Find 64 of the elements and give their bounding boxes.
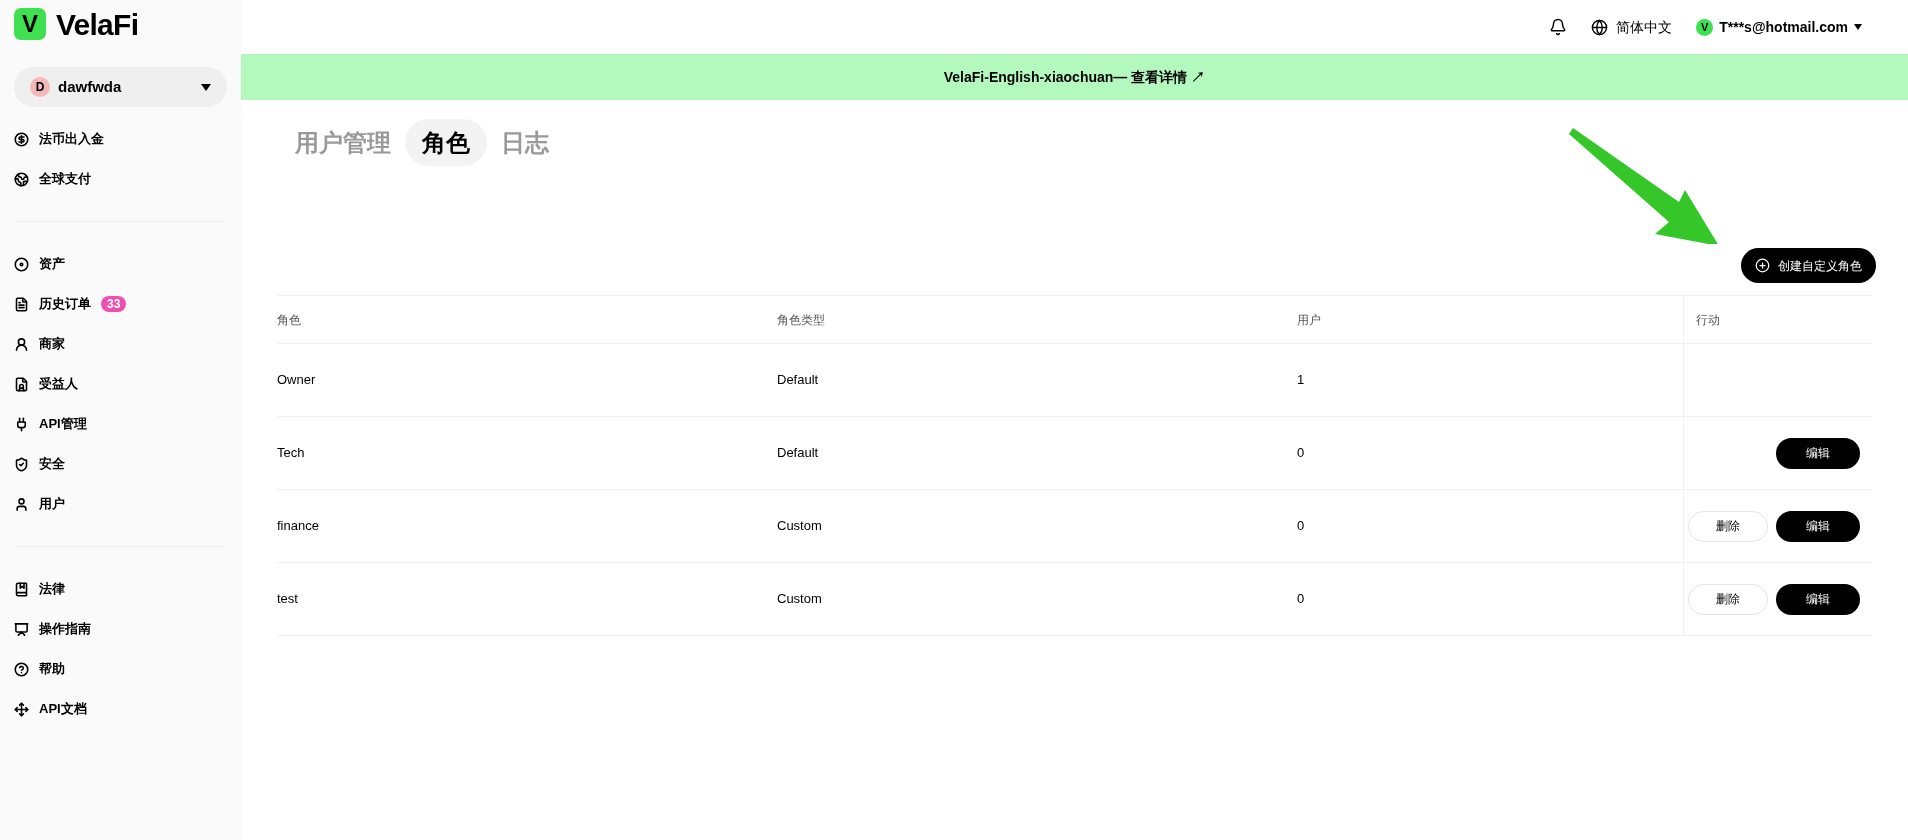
table-cell-text: Owner (277, 371, 317, 390)
table-cell-text: Custom (777, 590, 823, 609)
sidebar-item[interactable]: 法币出入金 (14, 119, 227, 159)
column-header: 行动 (1683, 296, 1872, 343)
sidebar-item[interactable]: 法律 (14, 569, 227, 609)
presentation-icon (14, 621, 29, 637)
language-selector[interactable]: 简体中文 (1591, 16, 1673, 38)
notice-banner: VelaFi-English-xiaochuan— 查看详情 ↗ (241, 54, 1908, 100)
user-icon (14, 496, 29, 512)
person-icon (14, 336, 29, 352)
delete-button[interactable]: 删除 (1688, 510, 1768, 542)
table-cell-text: Tech (277, 444, 306, 463)
sidebar-item[interactable]: 操作指南 (14, 609, 227, 649)
document-icon (14, 296, 29, 312)
table-cell-text: 0 (1297, 444, 1306, 463)
help-icon (14, 661, 29, 677)
count-badge: 33 (101, 296, 127, 312)
table-cell-text: finance (277, 517, 320, 536)
sidebar-item[interactable]: 用户 (14, 484, 227, 524)
add-icon (1755, 258, 1770, 273)
details-link[interactable]: 查看详情 ↗ (1131, 66, 1206, 88)
table-cell-text: 1 (1297, 371, 1306, 390)
sidebar-item[interactable]: 历史订单 33 (14, 284, 227, 324)
delete-button[interactable]: 删除 (1688, 583, 1768, 615)
logo-mark: V (14, 8, 46, 40)
table-cell-text: 0 (1297, 517, 1306, 536)
sidebar-item[interactable]: 安全 (14, 444, 227, 484)
table-cell-text: Default (777, 444, 820, 463)
sidebar-item[interactable]: API管理 (14, 404, 227, 444)
sidebar-item[interactable]: API文档 (14, 689, 227, 729)
shield-icon (14, 456, 29, 472)
account-switcher[interactable]: D dawfwda (14, 67, 227, 107)
document-icon (14, 376, 29, 392)
notification-icon[interactable] (1549, 18, 1568, 36)
edit-button[interactable]: 编辑 (1776, 437, 1860, 469)
edit-button[interactable]: 编辑 (1776, 510, 1860, 542)
column-header: 角色类型 (777, 311, 826, 329)
caret-icon (1854, 24, 1862, 30)
column-header: 用户 (1297, 311, 1322, 329)
sidebar-item[interactable]: 受益人 (14, 364, 227, 404)
sidebar-item[interactable]: 商家 (14, 324, 227, 364)
globe-icon (14, 171, 29, 187)
user-avatar: V (1696, 18, 1714, 36)
sidebar-item[interactable]: 帮助 (14, 649, 227, 689)
logo-text: VelaFi (56, 6, 139, 43)
sidebar-item[interactable]: 全球支付 (14, 159, 227, 199)
edit-button[interactable]: 编辑 (1776, 583, 1860, 615)
plug-icon (14, 416, 29, 432)
table-cell-text: Default (777, 371, 820, 390)
account-avatar: D (30, 77, 50, 97)
table-cell-text: 0 (1297, 590, 1306, 609)
create-role-button[interactable]: 创建自定义角色 (1741, 248, 1876, 283)
sidebar-item[interactable]: 资产 (14, 244, 227, 284)
book-icon (14, 581, 29, 597)
coin-icon (14, 131, 29, 147)
table-cell-text: test (277, 590, 299, 609)
tab[interactable]: 角色 (405, 119, 487, 166)
column-header: 角色 (277, 311, 302, 329)
globe-icon (1591, 18, 1609, 36)
caret-icon (201, 83, 211, 91)
table-cell-text: Custom (777, 517, 823, 536)
disc-icon (14, 256, 29, 272)
move-icon (14, 701, 29, 717)
user-menu[interactable]: V T***s@hotmail.com (1696, 16, 1862, 38)
